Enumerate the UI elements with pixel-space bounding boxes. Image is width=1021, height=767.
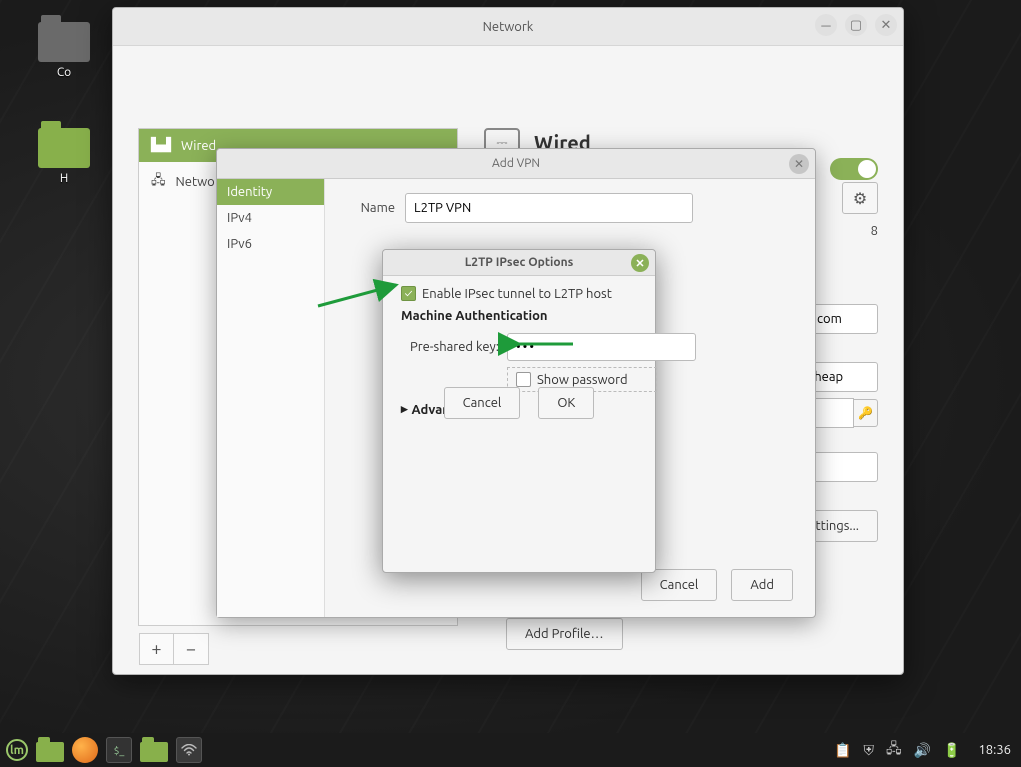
sidebar-item-label: Wired: [181, 139, 216, 153]
dialog-title: L2TP IPsec Options: [465, 256, 574, 269]
firefox-launcher[interactable]: [72, 737, 98, 763]
connection-settings-button[interactable]: ⚙: [842, 182, 878, 214]
tab-ipv4[interactable]: IPv4: [217, 205, 324, 231]
files-taskbar-icon[interactable]: [140, 742, 168, 762]
cancel-button[interactable]: Cancel: [444, 387, 521, 419]
network-settings-taskbar-icon[interactable]: [176, 737, 202, 763]
enable-ipsec-checkbox[interactable]: ✓: [401, 286, 416, 301]
volume-tray-icon[interactable]: 🔊: [914, 742, 931, 759]
vpn-name-input[interactable]: [405, 193, 693, 223]
terminal-launcher[interactable]: [106, 737, 132, 763]
menu-button[interactable]: lm: [6, 739, 28, 761]
add-button[interactable]: Add: [731, 569, 793, 601]
enable-ipsec-label: Enable IPsec tunnel to L2TP host: [422, 287, 612, 301]
clock[interactable]: 18:36: [978, 743, 1011, 757]
taskbar: lm 📋 ⛨ 🖧 🔊 🔋 18:36: [0, 733, 1021, 767]
close-icon[interactable]: ✕: [789, 154, 809, 174]
ok-button[interactable]: OK: [538, 387, 594, 419]
desktop-icon-computer[interactable]: Co: [28, 22, 100, 79]
gateway-field-fragment[interactable]: [808, 304, 878, 334]
clipboard-tray-icon[interactable]: 📋: [834, 742, 851, 759]
close-icon[interactable]: ✕: [631, 254, 649, 272]
home-folder-icon: [38, 128, 90, 168]
close-button[interactable]: ✕: [875, 14, 897, 36]
ipsec-options-dialog: L2TP IPsec Options ✕ ✓ Enable IPsec tunn…: [382, 249, 656, 573]
vpn-tab-sidebar: Identity IPv4 IPv6: [217, 179, 325, 617]
name-label: Name: [347, 201, 395, 215]
label-fragment: 8: [871, 224, 878, 238]
dialog-title: Add VPN: [492, 157, 540, 170]
file-manager-launcher[interactable]: [36, 742, 64, 762]
computer-icon: [38, 22, 90, 62]
desktop-icon-home[interactable]: H: [28, 128, 100, 185]
cancel-button[interactable]: Cancel: [641, 569, 718, 601]
remove-connection-button[interactable]: −: [174, 634, 208, 664]
maximize-button[interactable]: ▢: [845, 14, 867, 36]
add-profile-button[interactable]: Add Profile…: [506, 618, 623, 650]
window-titlebar[interactable]: Network － ▢ ✕: [113, 8, 903, 46]
wired-icon: ▙▟: [151, 138, 171, 153]
window-title: Network: [483, 20, 534, 34]
gear-icon: ⚙: [853, 189, 867, 208]
key-icon[interactable]: 🔑: [854, 399, 878, 427]
show-password-label: Show password: [537, 373, 628, 387]
show-password-checkbox[interactable]: [516, 372, 531, 387]
psk-label: Pre-shared key:: [401, 340, 499, 354]
network-tray-icon[interactable]: 🖧: [886, 738, 902, 762]
dialog-titlebar[interactable]: L2TP IPsec Options ✕: [383, 250, 655, 276]
add-connection-button[interactable]: +: [140, 634, 174, 664]
desktop-icon-label: H: [28, 172, 100, 185]
sidebar-item-label: Netwo: [176, 175, 215, 189]
minimize-button[interactable]: －: [815, 14, 837, 36]
tab-ipv6[interactable]: IPv6: [217, 231, 324, 257]
machine-auth-heading: Machine Authentication: [401, 309, 637, 323]
dialog-titlebar[interactable]: Add VPN ✕: [217, 149, 815, 179]
psk-input[interactable]: [507, 333, 696, 361]
battery-tray-icon[interactable]: 🔋: [943, 742, 960, 759]
desktop-icon-label: Co: [28, 66, 100, 79]
shield-tray-icon[interactable]: ⛨: [863, 742, 874, 759]
tab-identity[interactable]: Identity: [217, 179, 324, 205]
connection-toggle[interactable]: [830, 158, 878, 180]
proxy-icon: 🖧: [151, 171, 166, 193]
